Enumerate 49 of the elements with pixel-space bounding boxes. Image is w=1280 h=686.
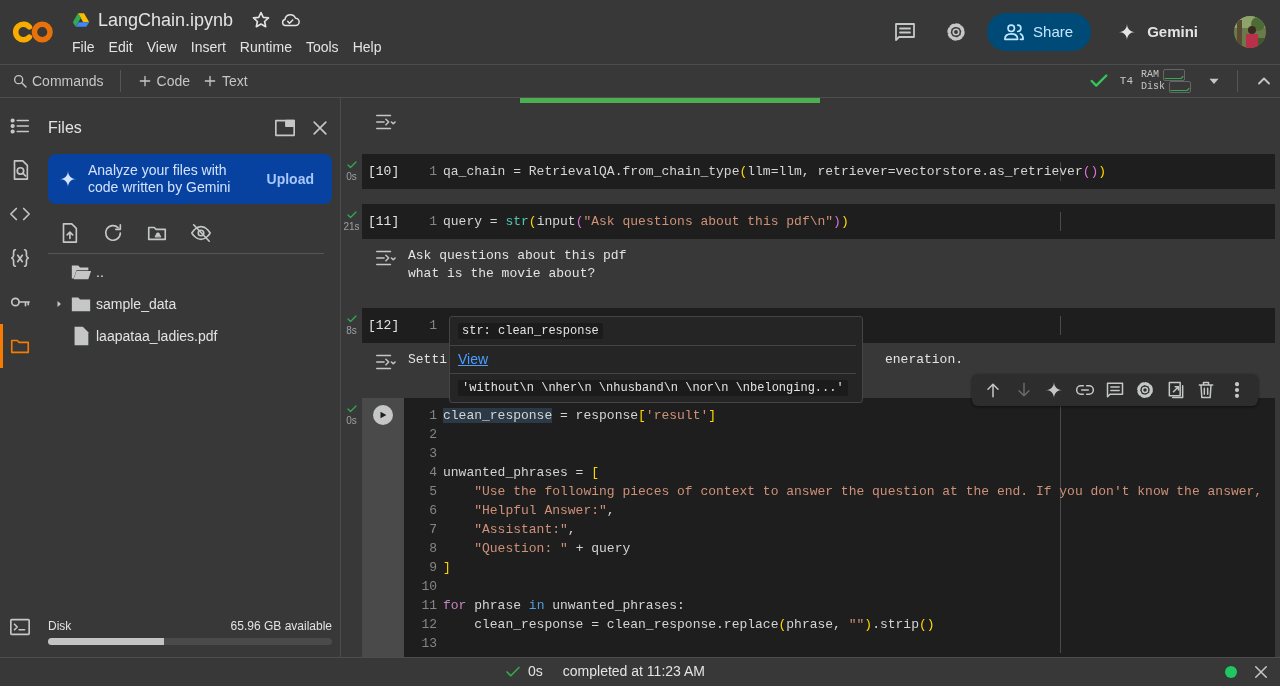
line-number: 1 <box>428 317 438 335</box>
execution-count: [11] <box>367 213 401 231</box>
line-number: 6 <box>428 502 438 520</box>
line-number: 2 <box>428 426 438 444</box>
line-number: 4 <box>428 464 438 482</box>
banner-text: Analyze your files with code written by Gemini <box>88 162 232 196</box>
run-duration: 8s <box>346 325 357 336</box>
line-number: 5 <box>428 483 438 501</box>
disk-available: 65.96 GB available <box>230 618 332 635</box>
line-number: 1 <box>428 213 438 231</box>
accelerator-label: T4 <box>1119 73 1133 89</box>
code-line: for phrase in unwanted_phrases: <box>443 597 685 615</box>
disk-label: Disk <box>48 618 72 635</box>
variable-type: str: clean_response <box>458 323 603 339</box>
line-number: 1 <box>428 407 438 425</box>
output-text: eneration. <box>885 351 964 369</box>
code-line: clean_response = response['result'] <box>443 407 717 425</box>
run-duration: 0s <box>528 662 543 681</box>
code-line: qa_chain = RetrievalQA.from_chain_type(llm=llm, retriever=vectorstore.as_retriever()) <box>443 163 1107 181</box>
line-number: 10 <box>420 578 438 596</box>
line-number: 13 <box>420 635 438 653</box>
line-number: 1 <box>428 163 438 181</box>
code-line: unwanted_phrases = [ <box>443 464 600 482</box>
code-line: "Assistant:", <box>473 521 576 539</box>
ram-label: RAM <box>1141 69 1159 81</box>
output-text: what is the movie about? <box>408 265 597 283</box>
output-text: Setti <box>408 351 447 369</box>
output-text: Ask questions about this pdf <box>408 247 627 265</box>
run-duration: 21s <box>343 221 360 232</box>
line-number: 7 <box>428 521 438 539</box>
line-number: 11 <box>420 597 438 615</box>
run-duration: 0s <box>346 171 357 182</box>
line-number: 3 <box>428 445 438 463</box>
panel-title: Files <box>48 118 82 138</box>
line-number: 8 <box>428 540 438 558</box>
code-line: query = str(input("Ask questions about this pdf\n")) <box>443 213 849 231</box>
variable-value: 'without\n \nher\n \nhusband\n \nor\n \nbelonging...' <box>458 380 848 396</box>
code-line: "Question: " + query <box>473 540 631 558</box>
execution-count: [12] <box>367 317 401 335</box>
disk-label: Disk <box>1141 81 1165 93</box>
code-line: "Helpful Answer:", <box>473 502 615 520</box>
code-line: "Use the following pieces of context to answer the question at the end. If you don't know the answer, <box>473 483 1263 501</box>
code-line: clean_response = clean_response.replace(phrase, "").strip() <box>473 616 935 634</box>
line-number: 12 <box>420 616 438 634</box>
status-text: completed at 11:23 AM <box>562 662 705 681</box>
run-duration: 0s <box>346 415 357 426</box>
code-line: ] <box>443 559 451 577</box>
line-number: 9 <box>428 559 438 577</box>
execution-count: [10] <box>367 163 401 181</box>
